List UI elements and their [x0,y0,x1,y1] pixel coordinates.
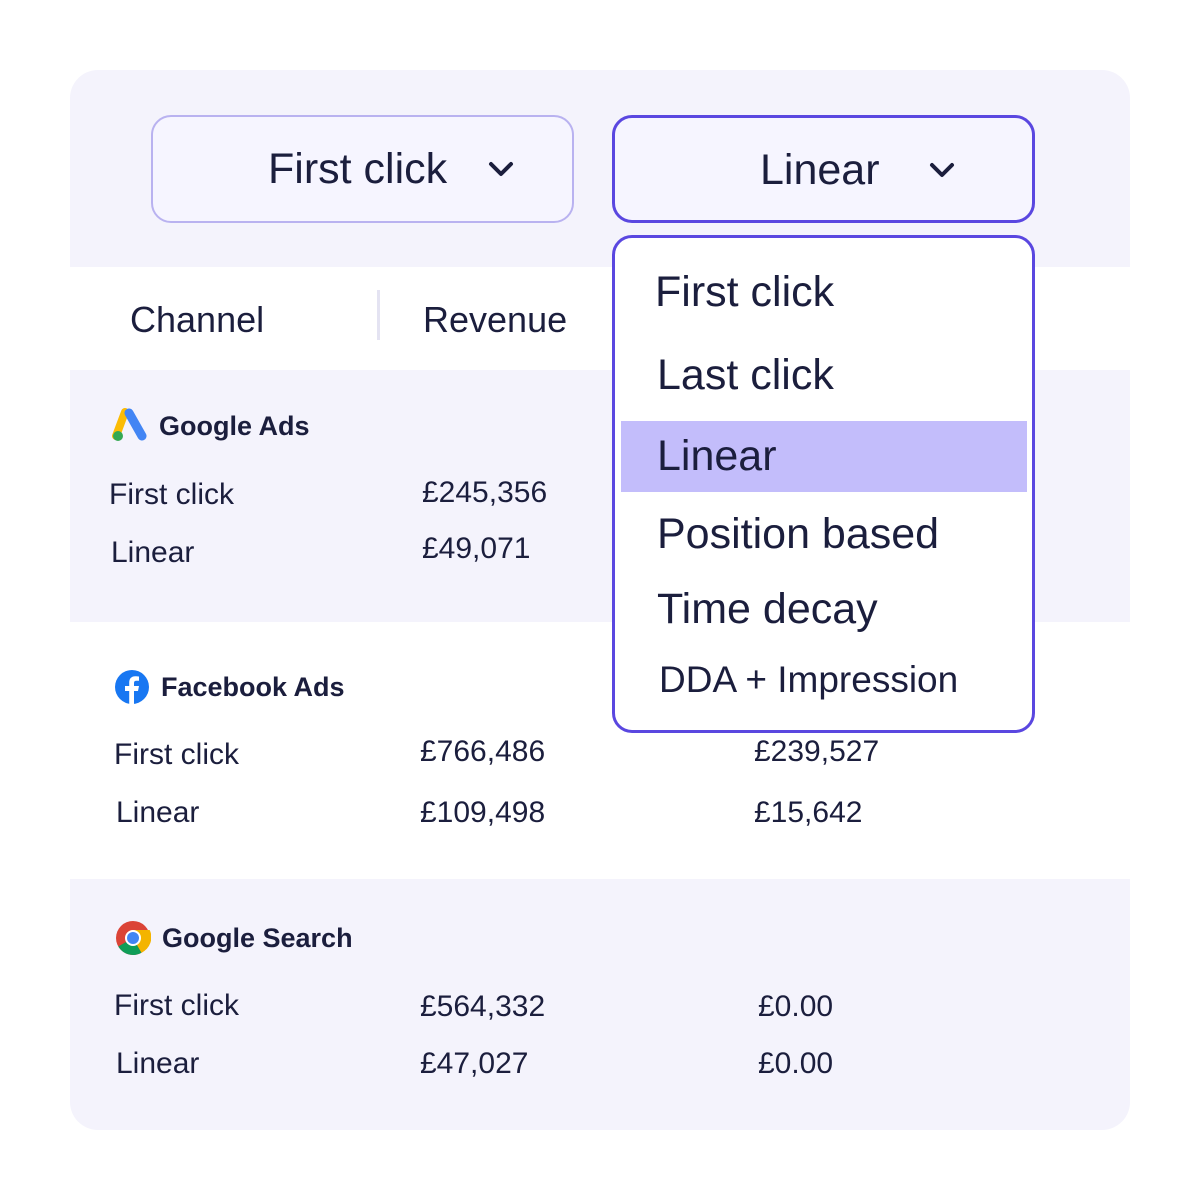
row-model: First click [114,738,239,771]
row-revenue: £245,356 [422,476,548,509]
row-revenue: £47,027 [420,1047,529,1080]
channel-title-google-search: Google Search [115,920,353,956]
row-model: First click [109,478,234,511]
row-model: First click [114,989,239,1022]
chrome-icon [116,921,151,955]
menu-option-label: Time decay [657,585,878,633]
channel-title-google-ads: Google Ads [112,408,310,444]
column-header-revenue: Revenue [423,299,568,340]
column-header-channel: Channel [130,299,265,340]
channel-name: Google Search [162,922,353,953]
row-value: £15,642 [754,796,863,829]
menu-option-label: Linear [657,432,777,480]
channel-name: Google Ads [159,410,310,441]
menu-option-linear[interactable]: Linear [621,421,1027,492]
chevron-down-icon [489,162,513,176]
row-model: Linear [116,796,200,829]
row-value: £0.00 [758,990,834,1023]
row-revenue: £49,071 [422,532,531,565]
attribution-card: First click Linear Channel Revenue Googl… [70,70,1130,1130]
row-revenue: £109,498 [420,796,546,829]
menu-option-label: First click [655,268,835,316]
menu-option-position-based[interactable]: Position based [615,506,1032,568]
row-revenue: £766,486 [420,735,546,768]
attribution-dropdown-menu: First click Last click Linear Position b… [612,235,1035,733]
left-attribution-select[interactable]: First click [151,115,574,223]
menu-option-label: Last click [657,351,834,399]
row-revenue: £564,332 [420,990,546,1023]
menu-option-dda-impression[interactable]: DDA + Impression [615,654,1032,712]
menu-option-label: Position based [657,510,940,558]
facebook-icon [115,670,149,704]
menu-option-first-click[interactable]: First click [615,262,1032,324]
column-divider [377,290,380,340]
chevron-down-icon [930,163,954,177]
menu-option-time-decay[interactable]: Time decay [615,581,1032,643]
channel-name: Facebook Ads [161,671,345,702]
menu-option-last-click[interactable]: Last click [615,344,1032,406]
right-select-value: Linear [760,146,880,194]
row-model: Linear [111,536,195,569]
google-ads-icon [112,408,147,441]
left-select-value: First click [268,145,448,193]
row-value: £239,527 [754,735,880,768]
menu-option-label: DDA + Impression [659,659,959,700]
channel-title-facebook-ads: Facebook Ads [114,669,345,705]
row-value: £0.00 [758,1047,834,1080]
row-model: Linear [116,1047,200,1080]
right-attribution-select[interactable]: Linear [612,115,1035,223]
